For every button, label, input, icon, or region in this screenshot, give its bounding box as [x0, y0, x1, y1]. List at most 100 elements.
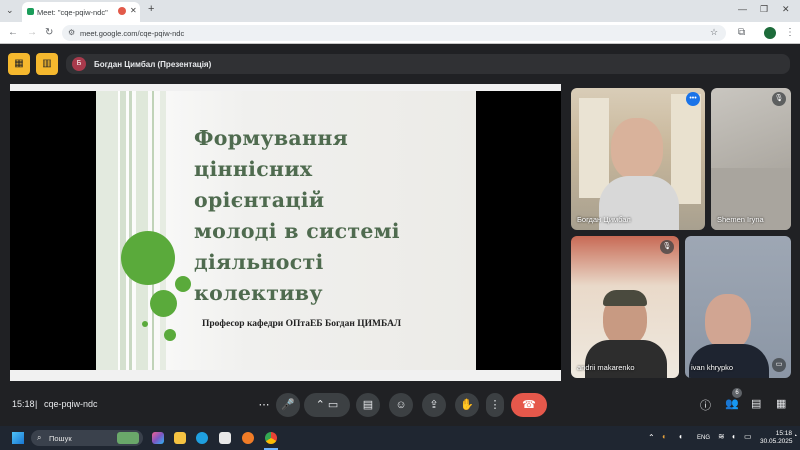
slide-decor-circle — [142, 321, 148, 327]
file-explorer-icon[interactable] — [174, 432, 186, 444]
clock-date: 30.05.2025 — [760, 438, 793, 445]
participant-face — [705, 294, 751, 350]
more-options-icon[interactable]: ▭ — [772, 358, 786, 372]
slide-decor-circle — [164, 329, 176, 341]
slide-decor-circle — [150, 290, 177, 317]
new-tab-icon[interactable]: + — [148, 3, 154, 15]
minimize-icon[interactable]: — — [738, 4, 747, 14]
slide-subtitle: Професор кафедри ОПтаЕБ Богдан ЦИМБАЛ — [202, 319, 402, 329]
tray-volume-icon[interactable]: ◖ — [678, 432, 683, 441]
forward-icon[interactable]: → — [27, 27, 37, 39]
leave-call-button[interactable]: ☎ — [511, 393, 547, 417]
more-controls-icon[interactable]: ⋯ — [253, 393, 275, 417]
clock-time: 15:18 — [775, 430, 792, 437]
layout-button[interactable]: ▥ — [36, 53, 58, 75]
windows-start-icon[interactable] — [12, 432, 24, 444]
store-icon[interactable] — [219, 432, 231, 444]
chat-icon[interactable]: ▤ — [751, 397, 761, 410]
meet-area: ▦ ▥ Б Богдан Цимбал (Презентація) Формув… — [0, 44, 800, 426]
show-hidden-icons[interactable]: ⌃ — [648, 433, 655, 442]
slide-decor-circle — [175, 276, 191, 292]
browser-tab[interactable]: Meet: "cqe-pqiw-ndc" ✕ — [22, 2, 140, 22]
slide-stripe — [120, 91, 126, 376]
slide-stripe — [96, 91, 118, 376]
profile-avatar[interactable] — [764, 27, 776, 39]
presenter-label: Богдан Цимбал (Презентація) — [94, 60, 212, 69]
tab-title: Meet: "cqe-pqiw-ndc" — [37, 8, 108, 17]
bookshelf — [579, 98, 609, 198]
microphone-button[interactable]: 🎤 — [276, 393, 300, 417]
participant-cap — [603, 290, 647, 306]
participant-face — [611, 118, 663, 180]
copilot-icon[interactable] — [152, 432, 164, 444]
close-window-icon[interactable]: ✕ — [782, 4, 790, 15]
menu-icon[interactable]: ⋮ — [785, 27, 795, 39]
site-info-icon[interactable]: ⚙ — [68, 28, 75, 37]
speaking-indicator-icon: ••• — [686, 92, 700, 106]
reactions-button[interactable]: ☺ — [389, 393, 413, 417]
slide-viewer-header — [10, 84, 561, 91]
tab-search-icon[interactable]: ⌄ — [6, 5, 14, 16]
present-button[interactable]: ⇪ — [422, 393, 446, 417]
chrome-icon[interactable] — [265, 432, 277, 444]
participant-tile[interactable]: 🎙 Shemen Iryna — [711, 88, 791, 230]
more-options-button[interactable]: ⋮ — [486, 393, 504, 417]
search-label: Пошук — [49, 434, 72, 443]
camera-button[interactable]: ⌃ ▭ — [304, 393, 350, 417]
separator: | — [35, 399, 38, 409]
slide-stripe — [129, 91, 132, 376]
slide: Формування ціннісних орієнтацій молоді в… — [96, 91, 476, 376]
activities-icon[interactable]: ▦ — [776, 397, 786, 410]
raise-hand-button[interactable]: ✋ — [455, 393, 479, 417]
app-icon[interactable] — [242, 432, 254, 444]
participant-name: ivan khrypko — [691, 363, 734, 372]
participant-body — [585, 340, 667, 378]
slide-decor-circle — [121, 231, 175, 285]
back-icon[interactable]: ← — [8, 27, 18, 39]
restore-icon[interactable]: ❐ — [760, 4, 768, 15]
taskbar-search[interactable]: ⌕ Пошук — [31, 430, 143, 446]
participant-tile[interactable]: ▭ ivan khrypko — [685, 236, 791, 378]
meet-favicon-icon — [27, 8, 34, 15]
meeting-code: cqe-pqiw-ndc — [44, 399, 98, 409]
reload-icon[interactable]: ↻ — [45, 27, 53, 39]
notifications-icon[interactable]: ◔ — [793, 433, 797, 440]
wifi-icon[interactable]: ≋ — [718, 432, 725, 441]
close-tab-icon[interactable]: ✕ — [130, 6, 137, 15]
url-text: meet.google.com/cqe-pqiw-ndc — [80, 29, 185, 38]
participant-count-badge: 6 — [732, 388, 742, 398]
system-clock[interactable]: 15:18 30.05.2025 — [760, 430, 793, 446]
address-bar[interactable]: ⚙ meet.google.com/cqe-pqiw-ndc ☆ — [62, 25, 726, 41]
browser-toolbar: ← → ↻ ⚙ meet.google.com/cqe-pqiw-ndc ☆ ⧉… — [0, 22, 800, 44]
mic-off-icon: 🎙 — [772, 92, 786, 106]
browser-tab-bar: ⌄ Meet: "cqe-pqiw-ndc" ✕ + — ❐ ✕ — [0, 0, 800, 22]
search-icon: ⌕ — [37, 433, 42, 442]
windows-taskbar: ⌕ Пошук ⌃ ◐ ◖ ENG ≋ ◖ ▭ 15:18 30.05.2025… — [0, 426, 800, 450]
battery-icon[interactable]: ▭ — [744, 432, 752, 441]
participant-body — [689, 344, 769, 378]
mic-off-icon: 🎙 — [660, 240, 674, 254]
captions-button[interactable]: ▤ — [356, 393, 380, 417]
bookshelf — [671, 94, 701, 204]
recording-icon — [118, 7, 126, 15]
participant-tile[interactable]: ••• Богдан Цимбал — [571, 88, 705, 230]
bookmark-star-icon[interactable]: ☆ — [710, 27, 718, 38]
stop-presenting-button[interactable]: ▦ — [8, 53, 30, 75]
meeting-time: 15:18 — [12, 399, 35, 409]
meeting-info-icon[interactable]: ⓘ — [700, 397, 711, 413]
presentation-stage[interactable]: Формування ціннісних орієнтацій молоді в… — [10, 84, 561, 381]
people-icon[interactable]: 👥 — [725, 397, 739, 410]
extensions-icon[interactable]: ⧉ — [738, 27, 745, 39]
input-language[interactable]: ENG — [697, 435, 710, 441]
volume-icon[interactable]: ◖ — [731, 432, 736, 441]
participant-tile[interactable]: 🎙 andrii makarenko — [571, 236, 679, 378]
presenter-banner: Б Богдан Цимбал (Презентація) — [66, 54, 790, 74]
slide-viewer-footer — [10, 370, 561, 381]
participant-name: Shemen Iryna — [717, 215, 764, 224]
search-highlight-icon — [117, 432, 139, 444]
participant-name: Богдан Цимбал — [577, 215, 631, 224]
participant-name: andrii makarenko — [577, 363, 635, 372]
slide-title: Формування ціннісних орієнтацій молоді в… — [194, 126, 400, 305]
tray-app-icon[interactable]: ◐ — [662, 432, 667, 441]
edge-icon[interactable] — [196, 432, 208, 444]
